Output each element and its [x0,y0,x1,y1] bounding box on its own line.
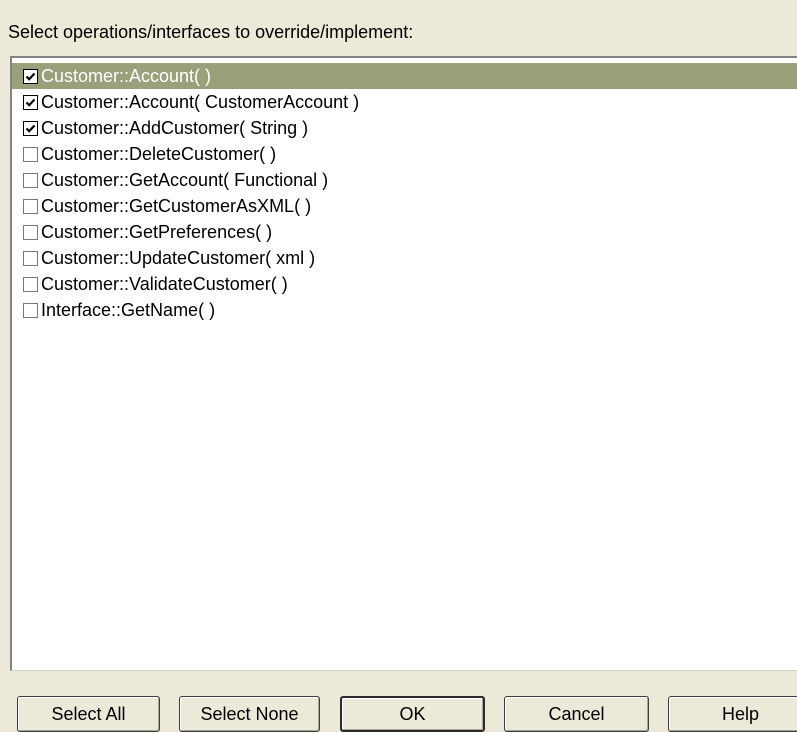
item-label: Interface::GetName( ) [41,299,216,320]
list-item[interactable]: Customer::AddCustomer( String ) [12,115,797,141]
item-label: Customer::Account( ) [41,65,212,86]
item-label: Customer::AddCustomer( String ) [41,117,309,138]
list-item[interactable]: Customer::GetPreferences( ) [12,219,797,245]
item-label: Customer::ValidateCustomer( ) [41,273,288,294]
item-checkbox[interactable] [23,276,38,292]
item-checkbox[interactable] [23,198,38,214]
checkmark-icon [25,72,36,81]
select-none-button[interactable]: Select None [179,696,320,732]
item-checkbox[interactable] [23,172,38,188]
item-label: Customer::UpdateCustomer( xml ) [41,247,316,268]
item-label: Customer::GetPreferences( ) [41,221,273,242]
list-item[interactable]: Customer::Account( CustomerAccount ) [12,89,797,115]
item-checkbox[interactable] [23,68,38,84]
item-checkbox[interactable] [23,94,38,110]
list-item[interactable]: Customer::Account( ) [12,63,797,89]
list-item[interactable]: Customer::UpdateCustomer( xml ) [12,245,797,271]
item-label: Customer::GetAccount( Functional ) [41,169,329,190]
item-checkbox[interactable] [23,250,38,266]
list-item[interactable]: Interface::GetName( ) [12,297,797,323]
item-label: Customer::Account( CustomerAccount ) [41,91,360,112]
item-checkbox[interactable] [23,302,38,318]
item-label: Customer::DeleteCustomer( ) [41,143,277,164]
list-item[interactable]: Customer::ValidateCustomer( ) [12,271,797,297]
item-label: Customer::GetCustomerAsXML( ) [41,195,312,216]
select-all-button[interactable]: Select All [17,696,160,732]
list-item[interactable]: Customer::GetAccount( Functional ) [12,167,797,193]
list-item[interactable]: Customer::DeleteCustomer( ) [12,141,797,167]
list-item[interactable]: Customer::GetCustomerAsXML( ) [12,193,797,219]
ok-button[interactable]: OK [340,696,485,732]
item-checkbox[interactable] [23,146,38,162]
checkmark-icon [25,98,36,107]
item-checkbox[interactable] [23,120,38,136]
checkmark-icon [25,124,36,133]
instruction-label: Select operations/interfaces to override… [8,22,414,42]
operations-checklist[interactable]: Customer::Account( ) Customer::Account( … [10,56,797,671]
cancel-button[interactable]: Cancel [504,696,649,732]
item-checkbox[interactable] [23,224,38,240]
help-button[interactable]: Help [668,696,797,732]
